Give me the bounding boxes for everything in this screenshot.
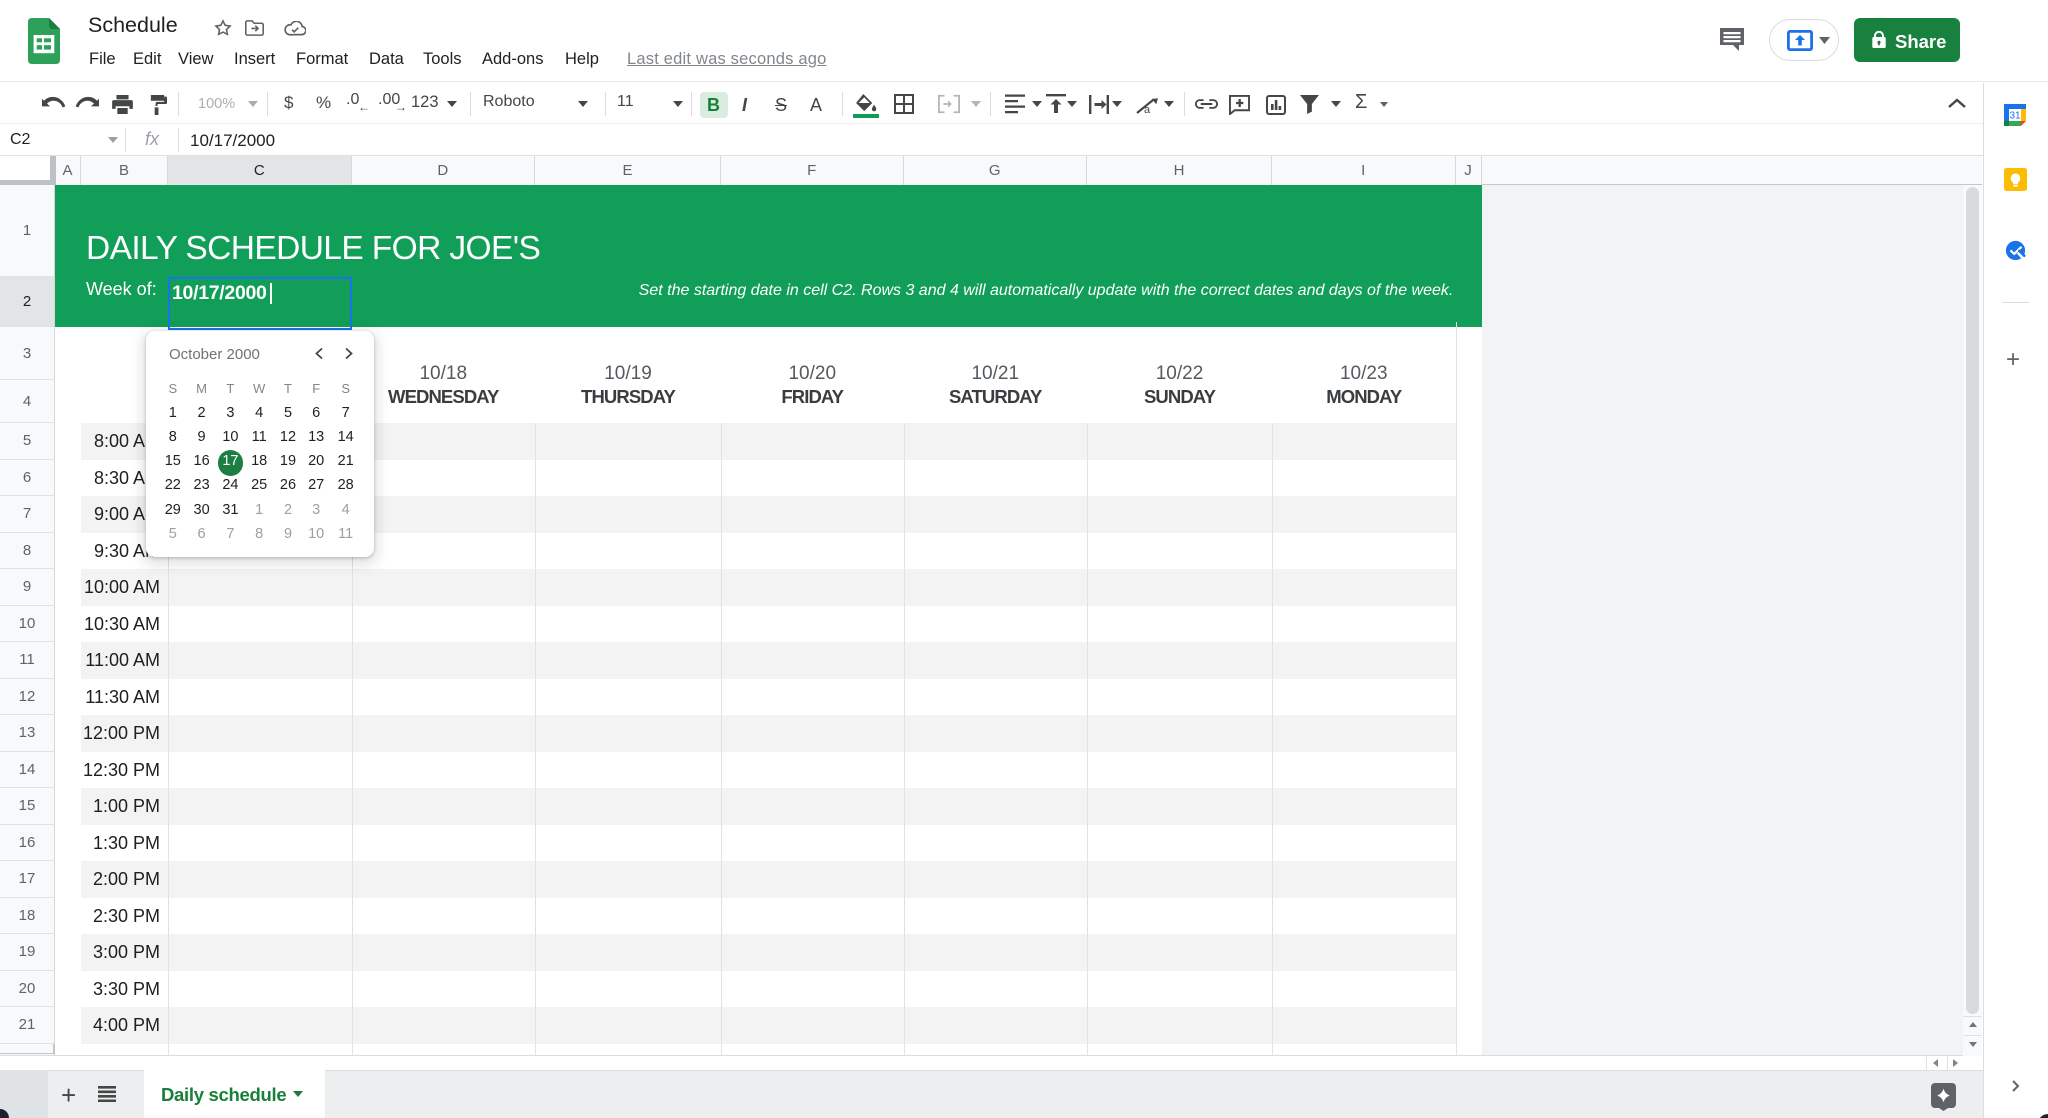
svg-text:a: a bbox=[1144, 104, 1151, 114]
svg-text:31: 31 bbox=[2009, 111, 2021, 122]
